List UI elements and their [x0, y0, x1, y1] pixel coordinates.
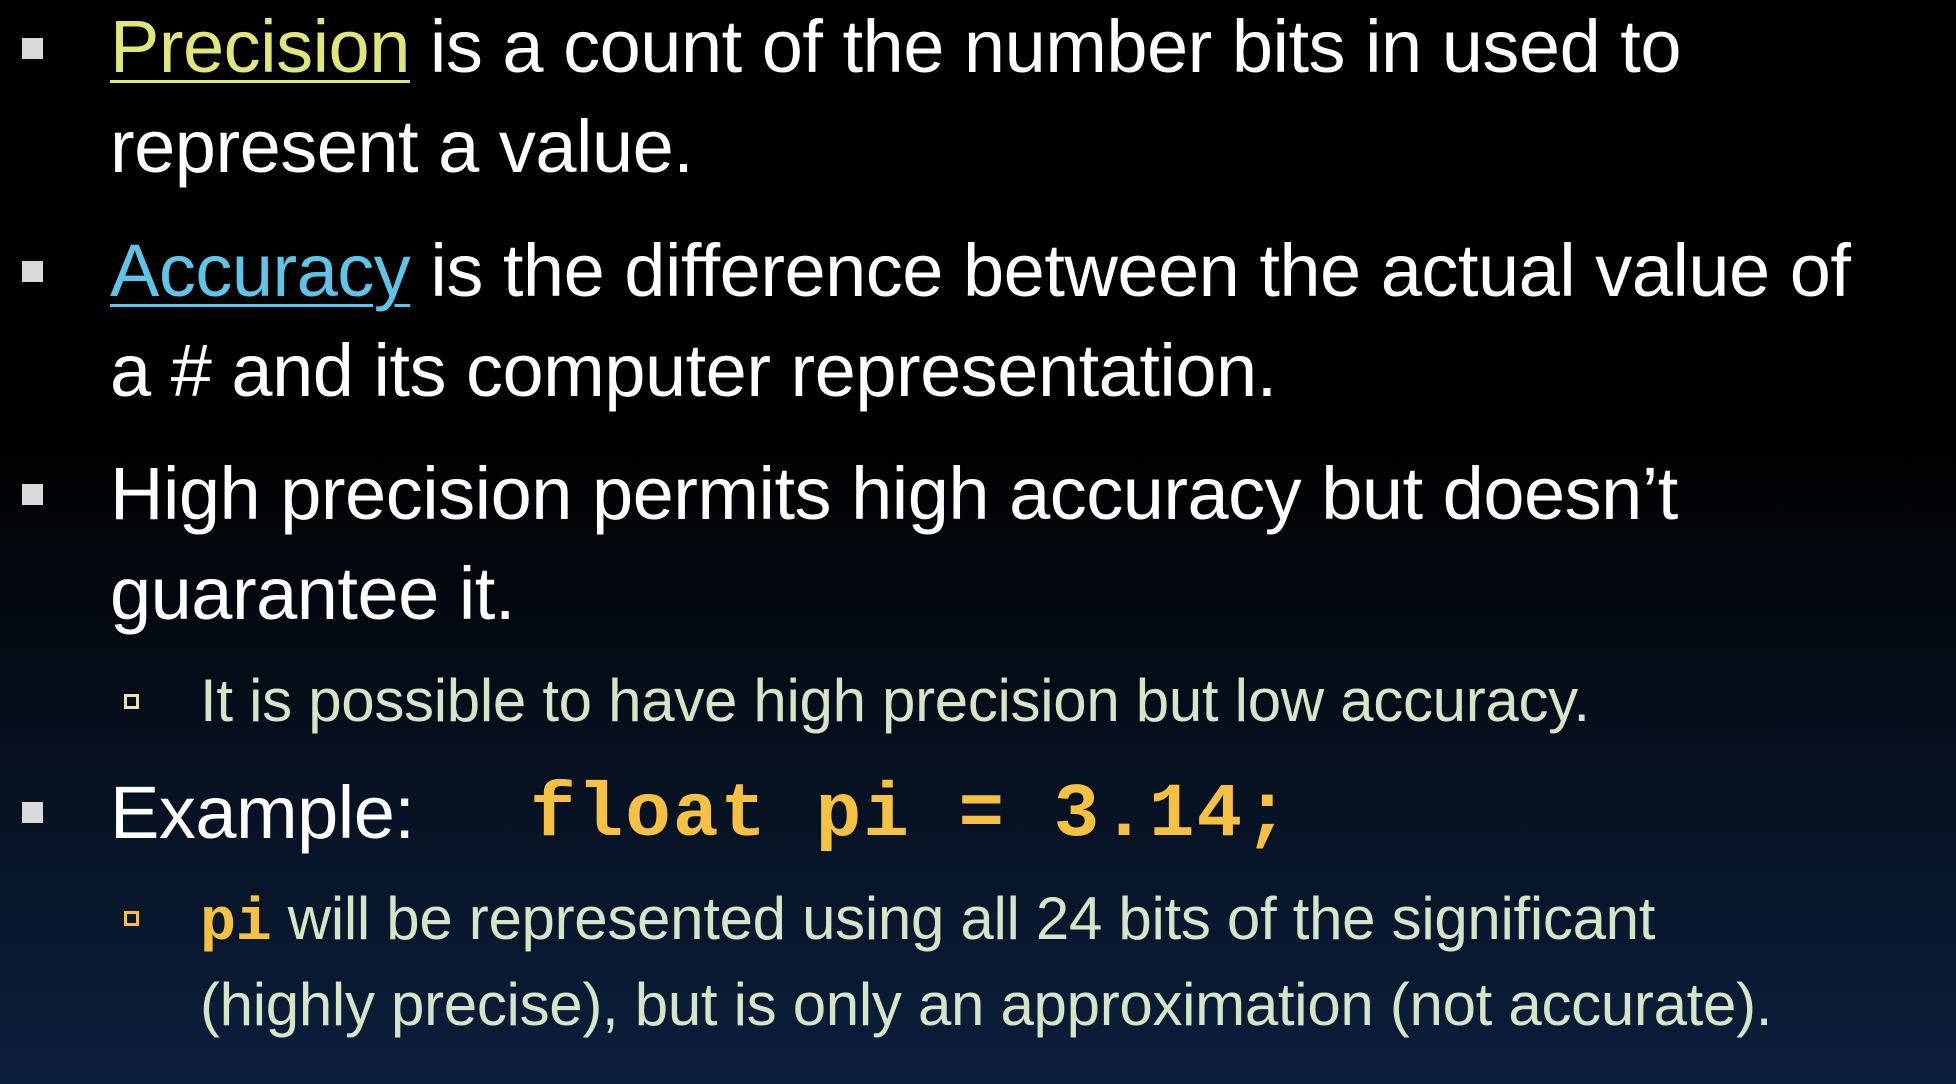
accuracy-term: Accuracy	[110, 229, 411, 312]
precision-term: Precision	[110, 5, 410, 88]
sub-bullet-marker-2	[124, 911, 139, 926]
sub-bullet-2-text: will be represented using all 24 bits of…	[271, 885, 1656, 952]
bullet-2-text: is the difference between the actual val…	[410, 229, 1851, 312]
slide: Precision is a count of the number bits …	[0, 0, 1956, 1084]
example-code: float pi = 3.14;	[530, 772, 1292, 858]
bullet-1-line-2: represent a value.	[110, 105, 694, 188]
example-label: Example:	[110, 771, 415, 854]
sub-bullet-2-line-2: (highly precise), but is only an approxi…	[200, 971, 1773, 1038]
bullet-marker-4	[22, 802, 43, 823]
bullet-marker-2	[22, 261, 43, 282]
bullet-2-line-1: Accuracy is the difference between the a…	[110, 221, 1851, 321]
pi-code: pi	[200, 890, 272, 958]
bullet-3-line-2: guarantee it.	[110, 552, 515, 635]
bullet-marker-3	[22, 484, 43, 505]
sub-bullet-1-text: It is possible to have high precision bu…	[200, 667, 1590, 734]
bullet-1-text: is a count of the number bits in used to	[409, 5, 1682, 88]
bullet-1-line-1: Precision is a count of the number bits …	[110, 0, 1682, 97]
bullet-3-line-1: High precision permits high accuracy but…	[110, 452, 1678, 535]
sub-bullet-2-line-1: pi will be represented using all 24 bits…	[200, 877, 1655, 966]
bullet-marker-1	[22, 38, 43, 59]
sub-bullet-marker-1	[124, 694, 139, 709]
bullet-2-line-2: a # and its computer representation.	[110, 329, 1277, 412]
